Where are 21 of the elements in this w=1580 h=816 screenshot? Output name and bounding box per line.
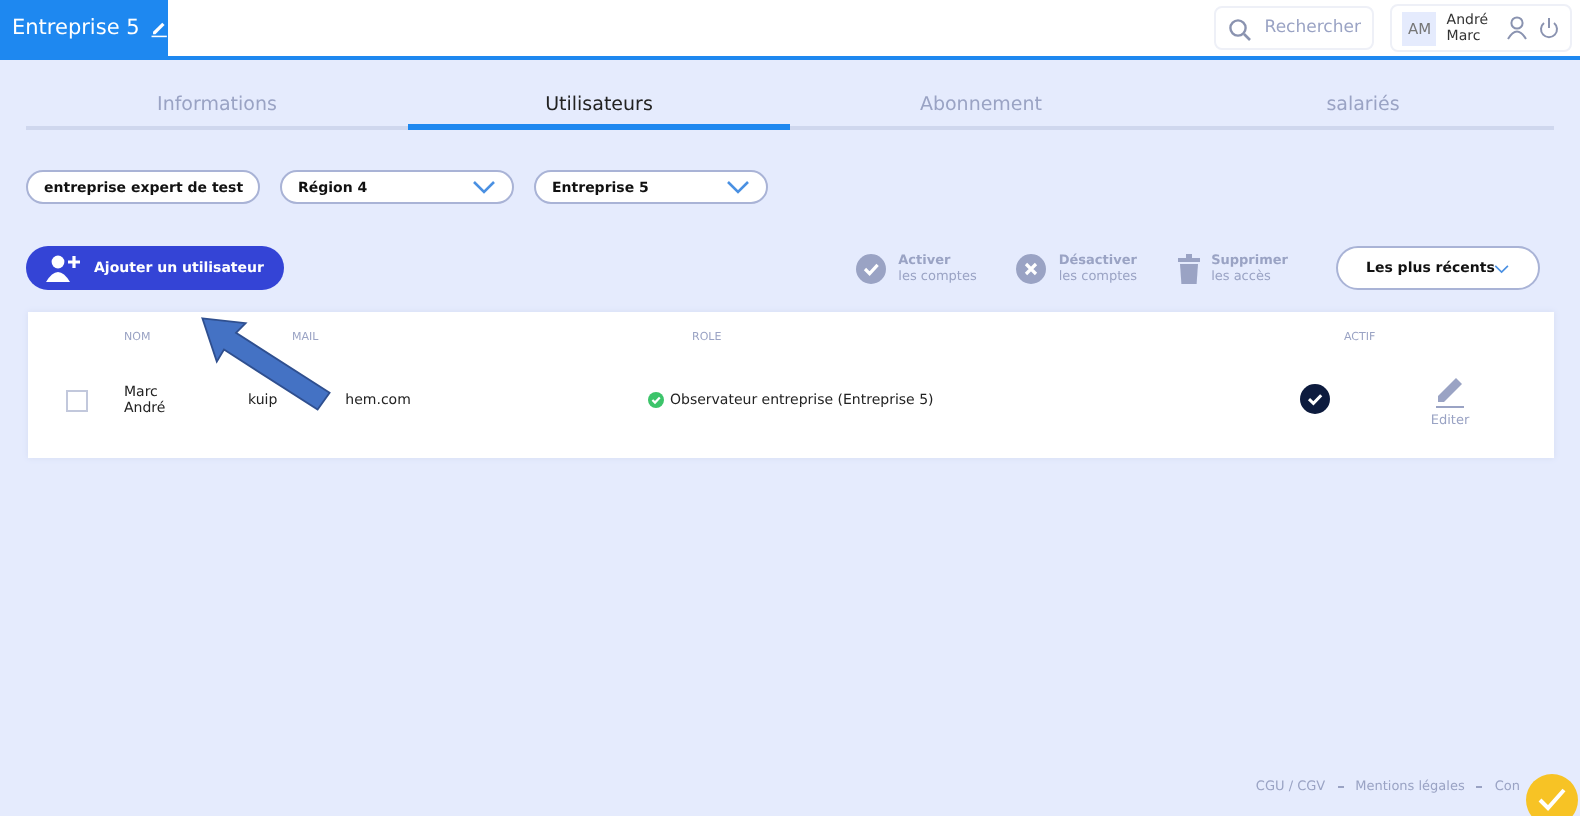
company-title[interactable]: Entreprise 5: [0, 0, 168, 56]
chevron-down-icon: [1494, 261, 1510, 275]
arrow-drawing: [200, 314, 332, 414]
check-circle-icon: [648, 392, 664, 408]
add-user-icon: [46, 254, 82, 282]
search-field[interactable]: Rechercher: [1214, 6, 1375, 50]
tab[interactable]: salariés: [1172, 94, 1554, 130]
check-circle-icon[interactable]: [856, 253, 887, 283]
active-check-icon[interactable]: [1300, 383, 1330, 413]
pencil-icon[interactable]: [1434, 373, 1466, 407]
user-icon[interactable]: [1506, 16, 1528, 40]
tab[interactable]: Informations: [26, 94, 408, 130]
cross-circle-icon[interactable]: [1016, 253, 1047, 283]
tab[interactable]: Abonnement: [790, 94, 1172, 130]
trash-icon[interactable]: [1177, 253, 1200, 283]
chat-badge[interactable]: [1526, 774, 1578, 816]
chevron-down-icon: [726, 180, 750, 194]
row-checkbox[interactable]: [65, 389, 87, 411]
tab[interactable]: Utilisateurs: [408, 94, 790, 130]
power-icon[interactable]: [1538, 16, 1560, 40]
chevron-down-icon: [472, 180, 496, 194]
